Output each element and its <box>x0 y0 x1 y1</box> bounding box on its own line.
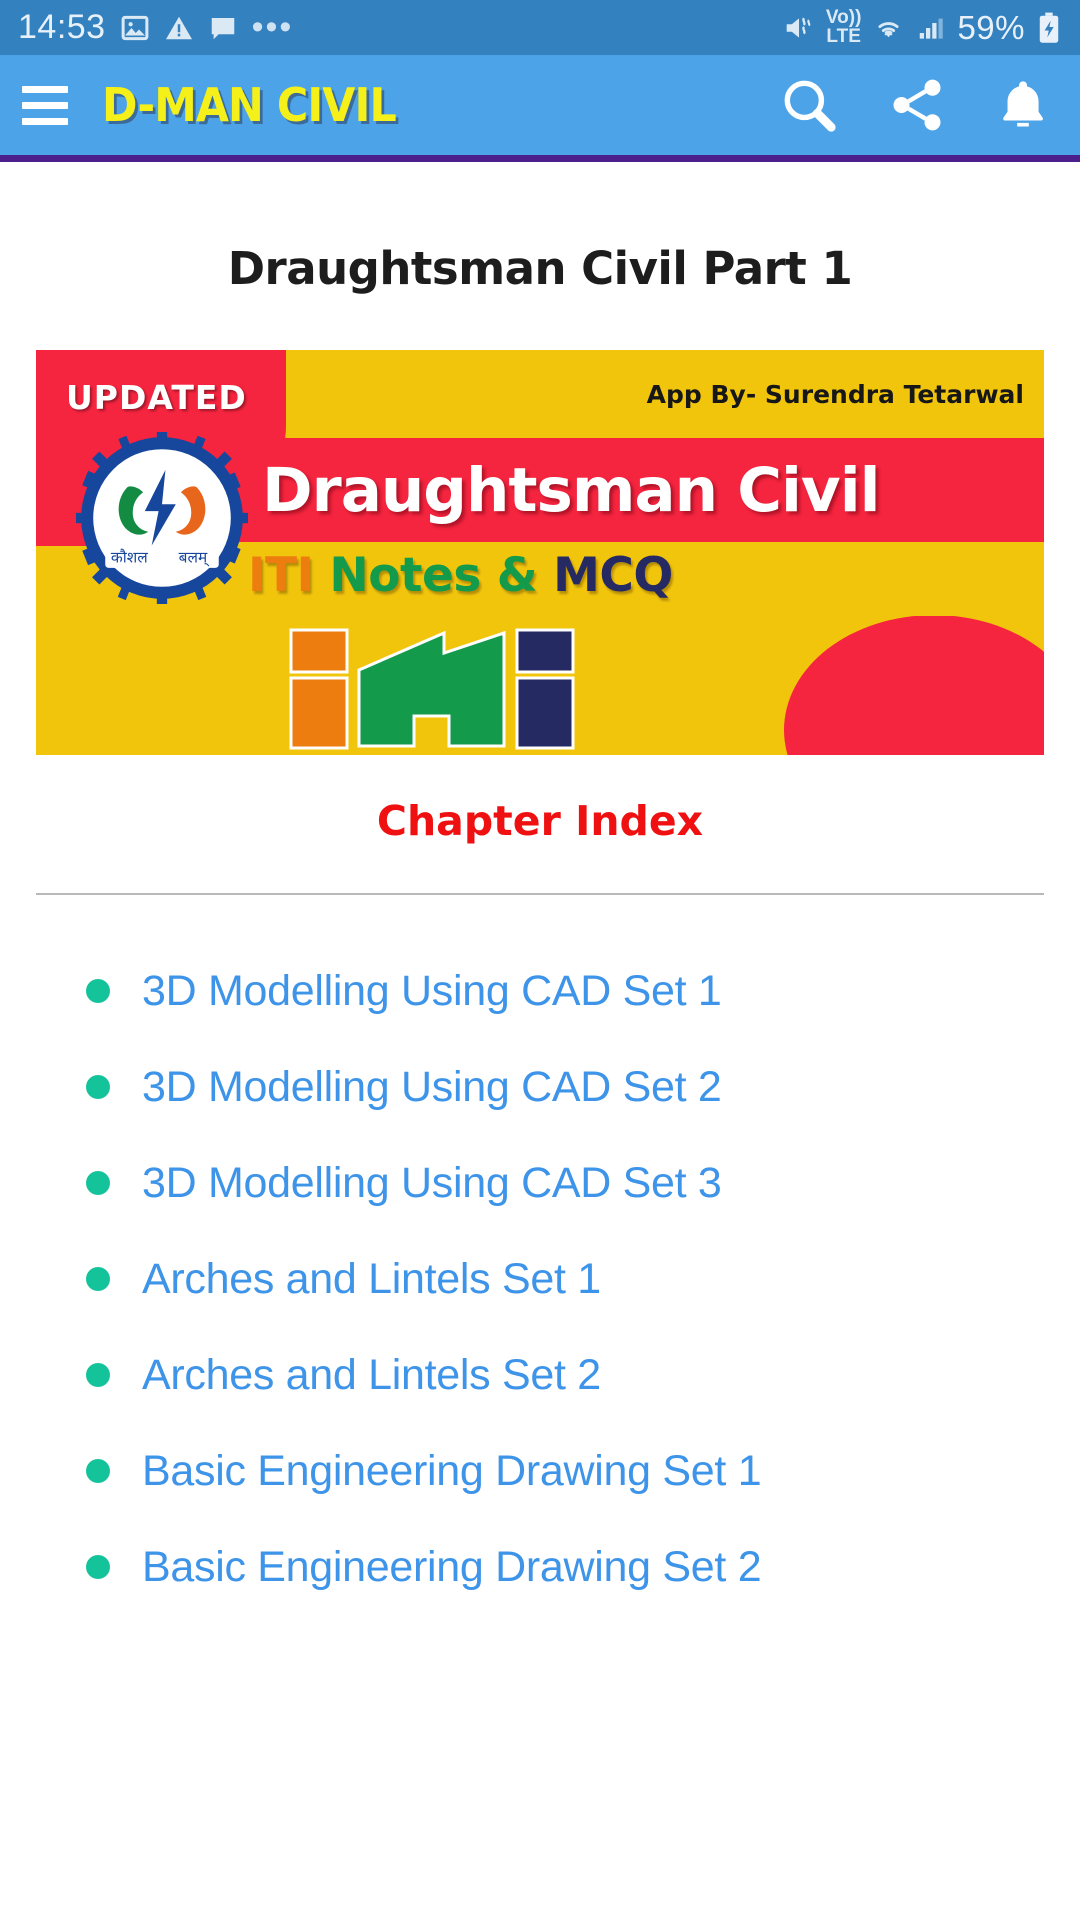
banner-title: Draughtsman Civil <box>262 454 881 526</box>
mute-vibrate-icon <box>783 13 815 43</box>
volte-bottom-label: LTE <box>826 25 861 47</box>
chapter-index-heading: Chapter Index <box>376 797 704 845</box>
bullet-icon <box>86 1267 110 1291</box>
updated-badge: UPDATED <box>66 378 247 417</box>
app-bar-accent-rule <box>0 155 1080 162</box>
volte-top-label: Vo)) <box>825 7 862 29</box>
banner-subtitle-part-iti: ITI <box>248 548 314 603</box>
list-item[interactable]: 3D Modelling Using CAD Set 2 <box>0 1039 1080 1135</box>
status-bar-clock: 14:53 <box>18 8 106 46</box>
list-item[interactable]: 3D Modelling Using CAD Set 3 <box>0 1135 1080 1231</box>
chapter-list: 3D Modelling Using CAD Set 1 3D Modellin… <box>0 943 1080 1615</box>
chapter-link[interactable]: Arches and Lintels Set 1 <box>142 1255 601 1304</box>
hamburger-menu-button[interactable] <box>22 85 68 125</box>
list-item[interactable]: Basic Engineering Drawing Set 1 <box>0 1423 1080 1519</box>
image-icon <box>120 13 150 43</box>
battery-charging-icon <box>1036 12 1062 44</box>
list-item[interactable]: Arches and Lintels Set 1 <box>0 1231 1080 1327</box>
share-icon[interactable] <box>886 74 948 136</box>
banner-red-circle <box>784 615 1044 755</box>
app-author-credit: App By- Surendra Tetarwal <box>646 380 1024 409</box>
bullet-icon <box>86 1171 110 1195</box>
bullet-icon <box>86 1075 110 1099</box>
bullet-icon <box>86 979 110 1003</box>
bullet-icon <box>86 1363 110 1387</box>
hamburger-line <box>22 101 68 109</box>
battery-percentage-label: 59% <box>957 8 1025 46</box>
chapter-link[interactable]: 3D Modelling Using CAD Set 3 <box>142 1159 722 1208</box>
list-item[interactable]: Basic Engineering Drawing Set 2 <box>0 1519 1080 1615</box>
app-bar: D-MAN CIVIL <box>0 55 1080 155</box>
warning-icon <box>164 13 194 43</box>
overflow-dots-icon: ••• <box>251 8 294 47</box>
list-item[interactable]: Arches and Lintels Set 2 <box>0 1327 1080 1423</box>
banner-subtitle-part-notes: Notes & <box>329 548 538 603</box>
signal-icon <box>916 13 946 43</box>
chapter-link[interactable]: 3D Modelling Using CAD Set 1 <box>142 967 722 1016</box>
chapter-link[interactable]: 3D Modelling Using CAD Set 2 <box>142 1063 722 1112</box>
iti-logo <box>289 628 594 750</box>
section-divider <box>36 893 1044 895</box>
list-item[interactable]: 3D Modelling Using CAD Set 1 <box>0 943 1080 1039</box>
bullet-icon <box>86 1459 110 1483</box>
hamburger-line <box>22 85 68 93</box>
page-content: Draughtsman Civil Part 1 UPDATED App By-… <box>0 242 1080 1615</box>
status-bar: 14:53 ••• Vo)) LTE 59% <box>0 0 1080 55</box>
banner-subtitle-part-mcq: MCQ <box>553 548 673 603</box>
status-bar-right: Vo)) LTE 59% <box>783 7 1062 47</box>
bullet-icon <box>86 1555 110 1579</box>
emblem-right-text: बलम् <box>179 549 211 567</box>
search-icon[interactable] <box>778 74 840 136</box>
app-bar-actions <box>778 74 1058 136</box>
volte-icon: Vo)) LTE <box>825 7 862 47</box>
wifi-icon <box>872 13 905 43</box>
skill-india-emblem-icon: कौशल बलम् <box>76 432 248 604</box>
chapter-link[interactable]: Basic Engineering Drawing Set 1 <box>142 1447 762 1496</box>
banner-subtitle: ITI Notes & MCQ <box>248 548 673 603</box>
emblem-left-text: कौशल <box>111 549 148 567</box>
course-banner: UPDATED App By- Surendra Tetarwal कौशल ब… <box>36 350 1044 755</box>
page-title: Draughtsman Civil Part 1 <box>227 242 853 295</box>
status-bar-left: 14:53 ••• <box>18 8 783 47</box>
app-brand-title: D-MAN CIVIL <box>102 78 397 132</box>
message-icon <box>208 13 238 43</box>
chapter-link[interactable]: Basic Engineering Drawing Set 2 <box>142 1543 762 1592</box>
hamburger-line <box>22 117 68 125</box>
notification-bell-icon[interactable] <box>994 74 1052 136</box>
chapter-link[interactable]: Arches and Lintels Set 2 <box>142 1351 601 1400</box>
